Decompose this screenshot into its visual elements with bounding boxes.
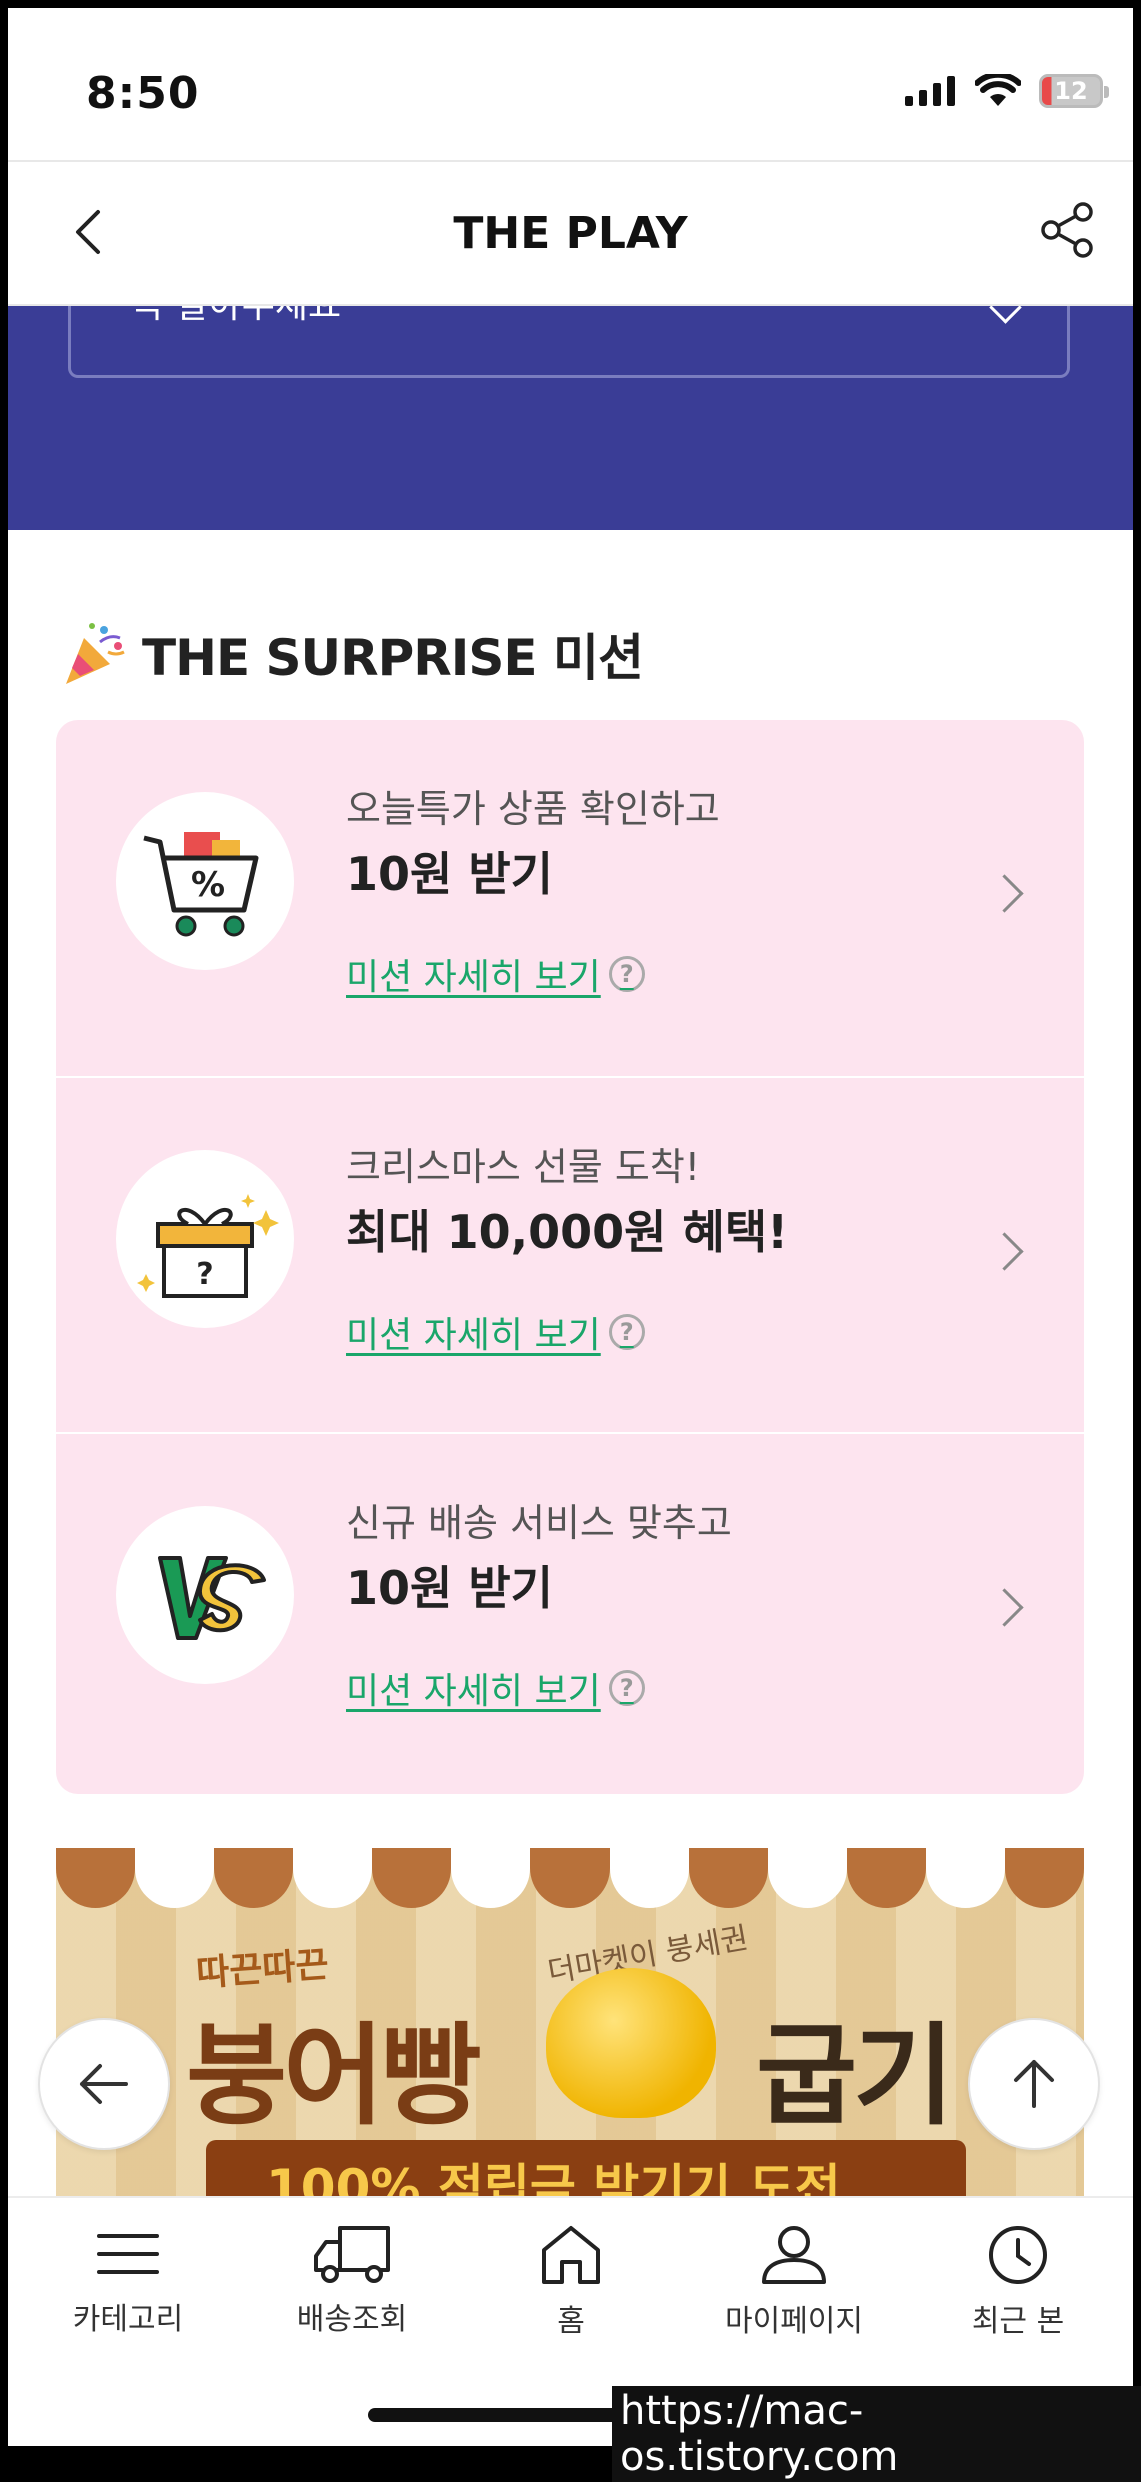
nav-home[interactable]: 홈 <box>471 2224 671 2340</box>
menu-icon <box>97 2234 159 2274</box>
mission-subtitle: 오늘특가 상품 확인하고 <box>346 787 720 831</box>
chevron-right-icon <box>985 1588 1024 1627</box>
arrow-up-icon <box>1014 2060 1054 2108</box>
shopping-cart-icon: % <box>116 792 294 970</box>
nav-label: 최근 본 <box>971 2304 1065 2339</box>
mission-detail-link[interactable]: 미션 자세히 보기 ? <box>346 1306 645 1358</box>
mission-subtitle: 크리스마스 선물 도착! <box>346 1145 701 1189</box>
awning-decoration <box>56 1848 1084 1908</box>
promo-title-right: 굽기 <box>756 2012 954 2140</box>
help-icon[interactable]: ? <box>608 1670 645 1706</box>
mission-reward: 최대 10,000원 혜택! <box>346 1205 789 1259</box>
mission-list: % 오늘특가 상품 확인하고 10원 받기 미션 자세히 보기 ? ? 크리스마… <box>56 720 1084 1794</box>
notice-section: 꼭 알아두세요 <box>8 294 1133 530</box>
truck-icon <box>314 2226 390 2283</box>
watermark: https://mac-os.tistory.com <box>612 2386 1141 2482</box>
vs-icon <box>116 1506 294 1684</box>
gift-box-icon: ? <box>116 1150 294 1328</box>
mission-reward: 10원 받기 <box>346 847 553 901</box>
mission-reward: 10원 받기 <box>346 1561 553 1615</box>
surprise-title: THE SURPRISE 미션 <box>142 629 644 687</box>
mission-subtitle: 신규 배송 서비스 맞추고 <box>346 1501 732 1545</box>
promo-title-left: 붕어빵 <box>186 2012 482 2140</box>
mission-item-christmas-gift[interactable]: ? 크리스마스 선물 도착! 최대 10,000원 혜택! 미션 자세히 보기 … <box>56 1076 1084 1434</box>
user-icon <box>762 2226 826 2284</box>
status-icons: 12 <box>905 74 1109 108</box>
battery-level: 12 <box>1054 77 1088 105</box>
mission-detail-label: 미션 자세히 보기 <box>346 1671 601 1712</box>
chevron-right-icon <box>985 1232 1024 1271</box>
svg-text:%: % <box>191 865 225 905</box>
svg-text:?: ? <box>196 1257 213 1292</box>
top-header: THE PLAY <box>8 160 1133 306</box>
mission-detail-link[interactable]: 미션 자세히 보기 ? <box>346 948 645 1000</box>
mission-item-today-deal[interactable]: % 오늘특가 상품 확인하고 10원 받기 미션 자세히 보기 ? <box>56 720 1084 1076</box>
mission-item-delivery-service[interactable]: 신규 배송 서비스 맞추고 10원 받기 미션 자세히 보기 ? <box>56 1432 1084 1790</box>
surprise-section-title: THE SURPRISE 미션 <box>60 618 644 690</box>
nav-label: 카테고리 <box>72 2302 184 2337</box>
arrow-left-icon <box>80 2064 128 2104</box>
clock-icon <box>989 2226 1047 2284</box>
nav-delivery[interactable]: 배송조회 <box>252 2224 452 2338</box>
status-time: 8:50 <box>86 68 200 119</box>
mission-detail-label: 미션 자세히 보기 <box>346 1315 601 1356</box>
nav-label: 홈 <box>557 2304 585 2339</box>
home-icon <box>542 2226 600 2284</box>
app-screen: 8:50 12 THE PLAY 꼭 알아두세요 THE SURPRISE 미션… <box>8 8 1133 2446</box>
nav-mypage[interactable]: 마이페이지 <box>694 2224 894 2340</box>
nav-label: 배송조회 <box>296 2302 408 2337</box>
scroll-top-button[interactable] <box>968 2018 1100 2150</box>
signal-icon <box>905 76 955 106</box>
fish-bread-icon <box>546 1968 716 2118</box>
share-icon[interactable] <box>1037 200 1097 260</box>
mission-detail-link[interactable]: 미션 자세히 보기 ? <box>346 1662 645 1714</box>
notice-dropdown[interactable]: 꼭 알아두세요 <box>68 294 1070 378</box>
page-title: THE PLAY <box>453 208 688 259</box>
nav-recent[interactable]: 최근 본 <box>918 2224 1118 2340</box>
chevron-right-icon <box>985 874 1024 913</box>
help-icon[interactable]: ? <box>608 1314 645 1350</box>
nav-category[interactable]: 카테고리 <box>28 2224 228 2338</box>
battery-icon: 12 <box>1039 74 1109 108</box>
party-popper-icon <box>66 623 125 684</box>
previous-button[interactable] <box>38 2018 170 2150</box>
help-icon[interactable]: ? <box>608 956 645 992</box>
promo-banner[interactable]: 따끈따끈 더마켓이 붕세권 붕어빵 굽기 100% 적립금 받기기 도전 <box>56 1848 1084 2208</box>
mission-detail-label: 미션 자세히 보기 <box>346 957 601 998</box>
nav-label: 마이페이지 <box>725 2304 863 2339</box>
wifi-icon <box>975 74 1021 106</box>
